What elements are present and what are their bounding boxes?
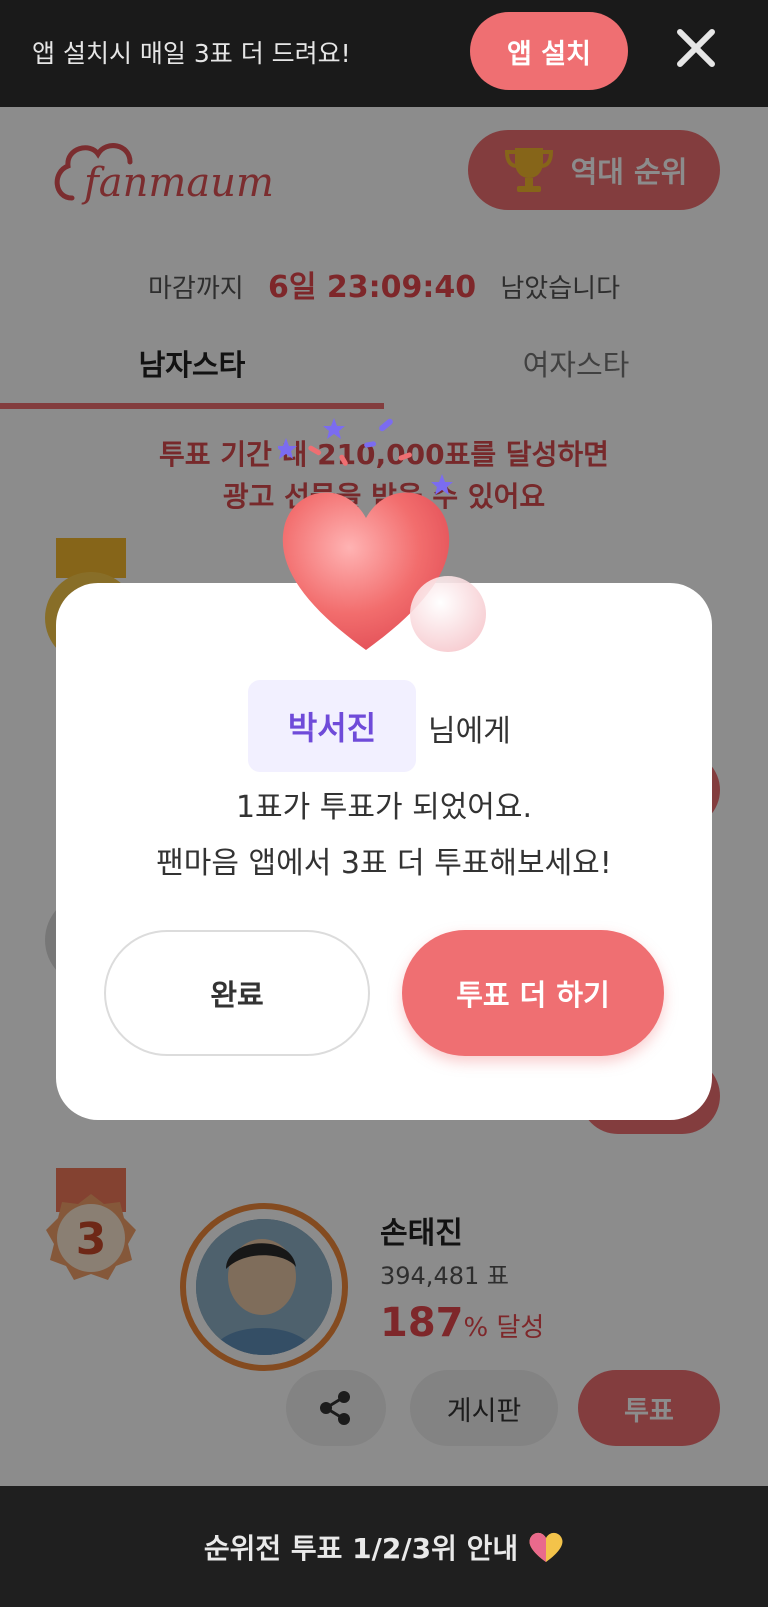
- app-install-banner: 앱 설치시 매일 3표 더 드려요! 앱 설치: [0, 0, 768, 107]
- done-button[interactable]: 완료: [104, 930, 370, 1056]
- heart-icon: [529, 1532, 563, 1562]
- vote-more-button[interactable]: 투표 더 하기: [402, 930, 664, 1056]
- modal-message-line-2: 팬마음 앱에서 3표 더 투표해보세요!: [156, 846, 612, 881]
- banner-message: 앱 설치시 매일 3표 더 드려요!: [32, 39, 351, 68]
- page: 앱 설치시 매일 3표 더 드려요! 앱 설치 fanmaum 역대 순위 마감…: [0, 0, 768, 1607]
- vote-guide-bar[interactable]: 순위전 투표 1/2/3위 안내: [0, 1486, 768, 1607]
- modal-message-line-1: 1표가 투표가 되었어요.: [235, 790, 533, 825]
- recipient-row: 박서진 님에게: [0, 680, 768, 772]
- recipient-name: 박서진: [248, 680, 416, 772]
- vote-guide-label: 순위전 투표 1/2/3위 안내: [203, 1531, 519, 1565]
- recipient-suffix: 님에게: [428, 714, 511, 749]
- heart-illustration-icon: [278, 418, 486, 652]
- close-icon[interactable]: [670, 22, 722, 74]
- install-app-button[interactable]: 앱 설치: [470, 12, 628, 90]
